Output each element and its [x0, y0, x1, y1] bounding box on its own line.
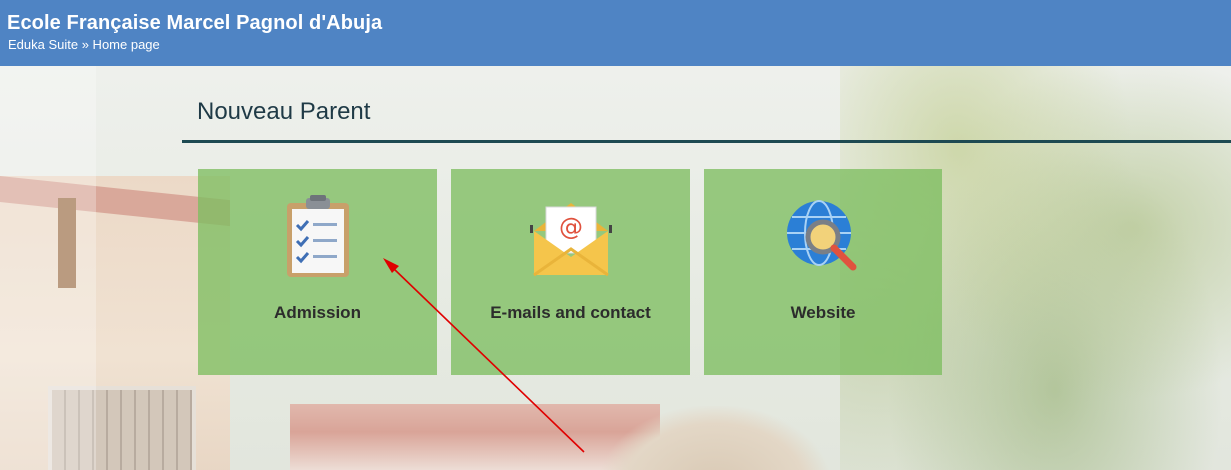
thatched-hut [600, 406, 830, 470]
breadcrumb[interactable]: Eduka Suite » Home page [8, 37, 160, 52]
emails-contact-tile[interactable]: @ E-mails and contact [451, 169, 690, 375]
envelope-at-icon: @ [526, 192, 616, 282]
section-divider [182, 140, 1231, 143]
svg-text:@: @ [559, 213, 583, 241]
globe-magnifier-icon [778, 192, 868, 282]
clipboard-checklist-icon [273, 192, 363, 282]
website-label: Website [790, 303, 856, 322]
school-title: Ecole Française Marcel Pagnol d'Abuja [7, 12, 383, 34]
website-tile[interactable]: Website [704, 169, 942, 375]
admission-label: Admission [274, 303, 361, 322]
app-header: Ecole Française Marcel Pagnol d'Abuja Ed… [0, 0, 1231, 66]
emails-contact-label: E-mails and contact [490, 303, 651, 322]
background-shade [0, 66, 96, 470]
section-title: Nouveau Parent [197, 98, 371, 125]
admission-tile[interactable]: Admission [198, 169, 437, 375]
